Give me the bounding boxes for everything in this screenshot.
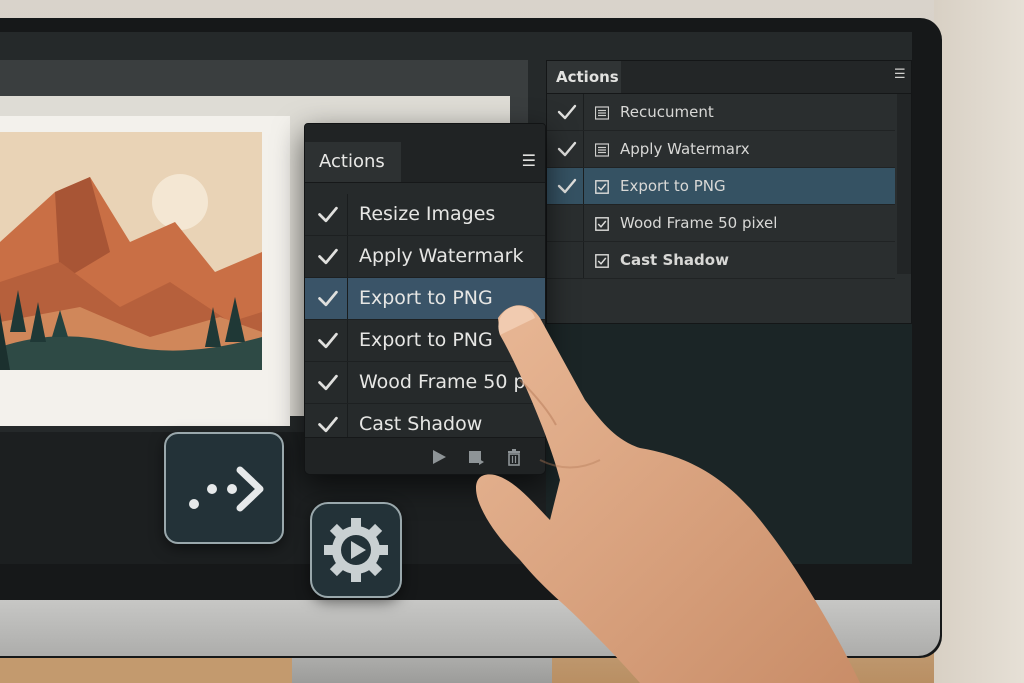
column-divider — [583, 168, 584, 204]
action-label: Wood Frame 50 p — [359, 371, 526, 393]
action-label: Apply Watermark — [359, 245, 524, 267]
column-divider — [583, 242, 584, 278]
action-list: Resize Images Apply Watermark Export to PN… — [305, 183, 545, 446]
checkmark-icon[interactable] — [317, 205, 339, 224]
panel-header: Actions ☰ — [547, 61, 911, 94]
action-label: Export to PNG — [620, 177, 726, 195]
action-label: Wood Frame 50 pixel — [620, 214, 778, 232]
panel-header: Actions ☰ — [305, 142, 545, 183]
column-divider — [347, 278, 348, 319]
mountain-artwork — [0, 132, 262, 370]
scrollbar[interactable] — [897, 94, 911, 274]
action-label: Cast Shadow — [620, 251, 729, 269]
action-label: Export to PNG — [359, 287, 493, 309]
record-icon[interactable] — [467, 448, 485, 466]
tab-actions[interactable]: Actions — [305, 142, 401, 182]
action-row[interactable]: Wood Frame 50 p — [305, 362, 545, 404]
action-row[interactable]: Export to PNG — [547, 168, 895, 205]
action-list: Recucument Apply Watermarx Export to PNG Wo… — [547, 94, 911, 279]
checkmark-icon[interactable] — [317, 373, 339, 392]
column-divider — [347, 236, 348, 277]
column-divider — [347, 362, 348, 403]
action-label: Resize Images — [359, 203, 496, 225]
action-label: Apply Watermarx — [620, 140, 750, 158]
tab-actions[interactable]: Actions — [547, 61, 621, 93]
panel-dock-background — [546, 322, 912, 564]
trash-icon[interactable] — [505, 448, 523, 466]
list-icon[interactable] — [594, 105, 610, 120]
column-divider — [583, 205, 584, 241]
checkmark-icon[interactable] — [557, 103, 577, 121]
column-divider — [347, 320, 348, 361]
gear-play-icon[interactable] — [310, 502, 402, 598]
action-row[interactable]: Wood Frame 50 pixel — [547, 205, 895, 242]
action-row[interactable]: Apply Watermarx — [547, 131, 895, 168]
action-row[interactable]: Resize Images — [305, 194, 545, 236]
action-row[interactable]: Cast Shadow — [547, 242, 895, 279]
action-label: Export to PNG — [359, 329, 493, 351]
checkmark-icon[interactable] — [317, 247, 339, 266]
panel-footer — [305, 437, 545, 474]
room-background — [934, 0, 1024, 683]
action-row[interactable]: Recucument — [547, 94, 895, 131]
checkmark-icon[interactable] — [557, 140, 577, 158]
action-label: Recucument — [620, 103, 714, 121]
checkbox-icon[interactable] — [595, 179, 609, 194]
actions-panel-floating: Actions ☰ Resize Images Apply Watermark Ex… — [304, 123, 546, 475]
checkmark-icon[interactable] — [557, 177, 577, 195]
checkmark-icon[interactable] — [317, 415, 339, 434]
action-row[interactable]: Apply Watermark — [305, 236, 545, 278]
column-divider — [347, 194, 348, 235]
hamburger-icon[interactable]: ☰ — [522, 153, 536, 169]
checkbox-icon[interactable] — [595, 216, 609, 231]
monitor-chin — [0, 600, 940, 656]
panel-titlebar[interactable] — [305, 124, 545, 142]
checkbox-icon[interactable] — [595, 253, 609, 268]
script-arrow-icon[interactable] — [164, 432, 284, 544]
column-divider — [583, 131, 584, 167]
checkmark-icon[interactable] — [317, 289, 339, 308]
action-row[interactable]: Export to PNG — [305, 320, 545, 362]
actions-panel-docked: Actions ☰ Recucument Apply Watermarx Expor… — [546, 60, 912, 324]
action-row[interactable]: Export to PNG — [305, 278, 545, 320]
hamburger-icon[interactable]: ☰ — [894, 68, 906, 81]
column-divider — [583, 94, 584, 130]
checkmark-icon[interactable] — [317, 331, 339, 350]
play-icon[interactable] — [430, 448, 448, 466]
list-icon[interactable] — [594, 142, 610, 157]
